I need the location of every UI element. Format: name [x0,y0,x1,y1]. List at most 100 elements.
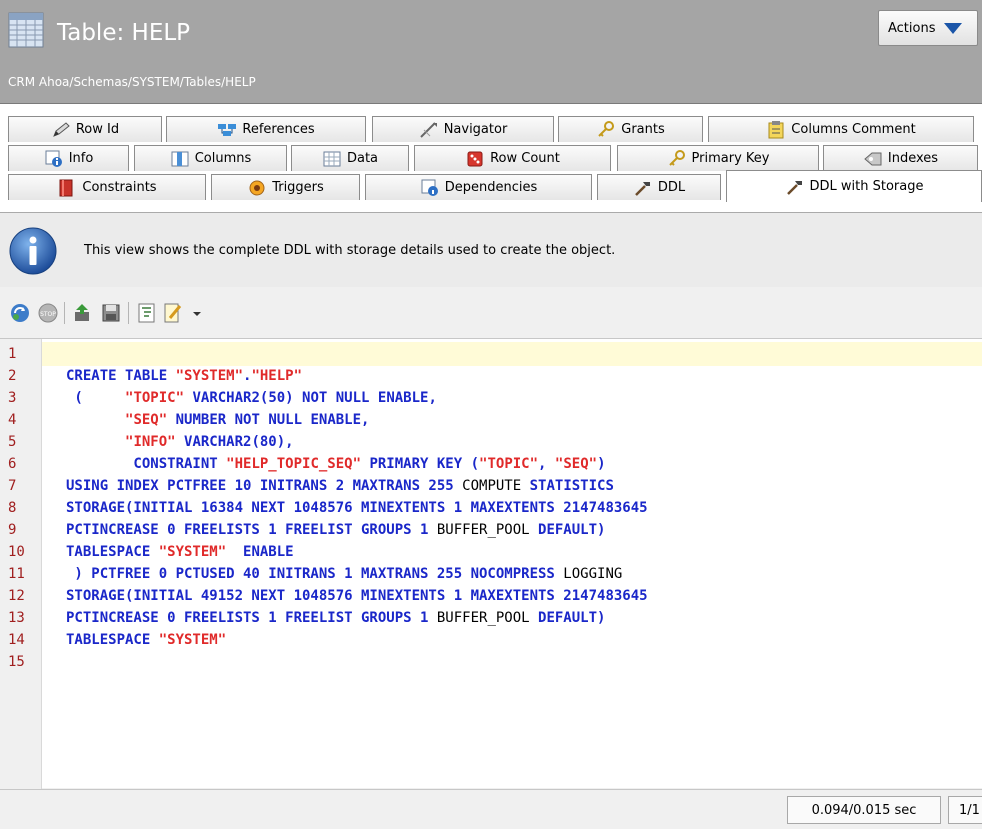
code-line: ( "TOPIC" VARCHAR2(50) NOT NULL ENABLE, [66,390,437,406]
tab-dependencies[interactable]: Dependencies [365,174,592,200]
code-line: ) PCTFREE 0 PCTUSED 40 INITRANS 1 MAXTRA… [66,566,623,582]
line-number: 2 [8,368,17,384]
tab-label: Columns [194,151,252,166]
info-text: This view shows the complete DDL with st… [84,243,616,258]
tab-ddl-with-storage[interactable]: DDL with Storage [726,170,982,202]
tab-navigator[interactable]: Navigator [372,116,554,142]
info-banner: This view shows the complete DDL with st… [0,212,982,287]
columns-icon [171,151,189,166]
tab-data[interactable]: Data [291,145,409,171]
line-number: 6 [8,456,17,472]
status-bar: 0.094/0.015 sec 1/1 [0,789,982,829]
line-number: 11 [8,566,25,582]
tab-row-id[interactable]: Row Id [8,116,162,142]
code-editor[interactable]: 1 2 CREATE TABLE "SYSTEM"."HELP" 3 ( "TOPIC… [0,338,982,789]
tab-label: Row Id [75,122,120,137]
line-number: 13 [8,610,25,626]
key-icon [668,149,685,166]
dice-icon [467,151,483,166]
export-icon[interactable] [72,302,94,324]
editor-toolbar: STOP [0,288,982,338]
page-title: Table: HELP [57,20,191,46]
tab-label: DDL with Storage [809,179,924,194]
line-number: 15 [8,654,25,670]
tab-grants[interactable]: Grants [558,116,703,142]
code-line: CONSTRAINT "HELP_TOPIC_SEQ" PRIMARY KEY … [66,456,606,472]
dependencies-icon [421,179,438,196]
tab-columns[interactable]: Columns [134,145,287,171]
code-line: "SEQ" NUMBER NOT NULL ENABLE, [125,412,370,428]
tab-constraints[interactable]: Constraints [8,174,206,200]
tab-label: Triggers [272,180,324,195]
code-line: USING INDEX PCTFREE 10 INITRANS 2 MAXTRA… [66,478,614,494]
line-number: 9 [8,522,17,538]
object-header: Table: HELP CRM Ahoa/Schemas/SYSTEM/Tabl… [0,0,982,103]
svg-text:STOP: STOP [40,311,56,318]
tab-label: DDL [657,180,686,195]
page-indicator: 1/1 [948,796,982,824]
line-number: 12 [8,588,25,604]
refresh-icon[interactable] [9,302,31,324]
tab-info[interactable]: Info [8,145,129,171]
tab-label: Primary Key [691,151,770,166]
code-line: "INFO" VARCHAR2(80), [125,434,294,450]
actions-label: Actions [888,20,936,36]
hammer-icon [786,180,802,195]
navigator-icon [419,121,437,138]
save-icon[interactable] [100,302,122,324]
toolbar-separator [128,302,129,324]
line-number: 10 [8,544,25,560]
tab-label: Info [68,151,94,166]
actions-button[interactable]: Actions [878,10,978,46]
line-number: 1 [8,346,17,362]
tab-triggers[interactable]: Triggers [211,174,360,200]
stop-icon[interactable]: STOP [37,302,59,324]
line-number: 8 [8,500,17,516]
tab-label: Dependencies [444,180,538,195]
info-icon [45,150,62,167]
tab-label: Constraints [82,180,157,195]
tab-ddl[interactable]: DDL [597,174,721,200]
tab-label: Row Count [490,151,560,166]
references-icon [218,123,237,136]
breadcrumb: CRM Ahoa/Schemas/SYSTEM/Tables/HELP [8,75,256,89]
tab-label: Columns Comment [791,122,916,137]
tab-indexes[interactable]: Indexes [823,145,978,171]
chevron-down-icon[interactable] [190,302,204,324]
tab-label: Indexes [887,151,939,166]
code-line: PCTINCREASE 0 FREELISTS 1 FREELIST GROUP… [66,522,606,538]
code-line: STORAGE(INITIAL 49152 NEXT 1048576 MINEX… [66,588,648,604]
tab-label: Grants [621,122,665,137]
line-number: 5 [8,434,17,450]
tab-references[interactable]: References [166,116,366,142]
code-line: TABLESPACE "SYSTEM" ENABLE [66,544,294,560]
key-icon [598,120,615,137]
format-icon[interactable] [136,302,158,324]
current-line-highlight [42,342,982,366]
tab-row-count[interactable]: Row Count [414,145,611,171]
info-icon [9,227,57,275]
index-icon [864,152,882,165]
grid-icon [323,151,341,166]
trigger-icon [249,180,265,195]
execution-time: 0.094/0.015 sec [787,796,941,824]
code-line: PCTINCREASE 0 FREELISTS 1 FREELIST GROUP… [66,610,606,626]
hammer-icon [634,181,650,196]
tab-primary-key[interactable]: Primary Key [617,145,819,171]
code-line: STORAGE(INITIAL 16384 NEXT 1048576 MINEX… [66,500,648,516]
tab-columns-comment[interactable]: Columns Comment [708,116,974,142]
toolbar-separator [64,302,65,324]
tab-label: Data [346,151,379,166]
pencil-icon [52,121,70,137]
dropdown-arrow-icon [943,22,962,34]
tab-label: References [242,122,315,137]
code-line: CREATE TABLE "SYSTEM"."HELP" [66,368,303,384]
table-icon [8,12,44,48]
line-number: 14 [8,632,25,648]
tab-bar: Row Id References Navigator Grants Colum… [0,103,982,212]
tab-label: Navigator [443,122,508,137]
line-number: 3 [8,390,17,406]
edit-script-icon[interactable] [162,302,184,324]
comment-icon [768,120,784,138]
line-number: 4 [8,412,17,428]
